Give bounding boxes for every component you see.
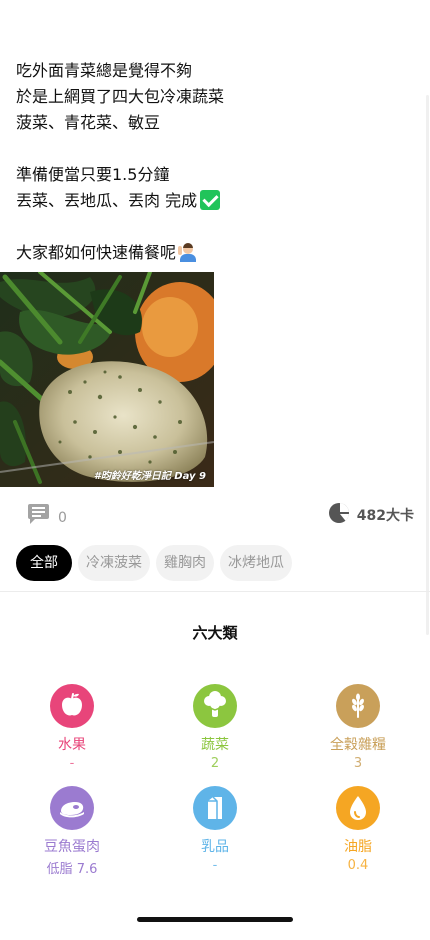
post-line-blank [16, 136, 416, 162]
grain-icon [336, 684, 380, 728]
post-detail-page: 吃外面青菜總是覺得不夠 於是上網買了四大包冷凍蔬菜 菠菜、青花菜、敏豆 準備便當… [0, 0, 430, 940]
food-group-label: 全穀雜糧 [330, 737, 386, 753]
post-line-with-emoji: 大家都如何快速備餐呢 [16, 240, 416, 266]
post-line: 菠菜、青花菜、敏豆 [16, 113, 161, 132]
post-line: 吃外面青菜總是覺得不夠 [16, 61, 193, 80]
calorie-summary[interactable]: 482大卡 [328, 501, 414, 525]
comment-icon [28, 503, 49, 524]
meal-photo-image [0, 272, 214, 487]
food-group-vegetable[interactable]: 蔬菜 2 [155, 684, 275, 774]
food-group-label: 油脂 [344, 839, 372, 855]
comment-count: 0 [58, 510, 67, 526]
post-body: 吃外面青菜總是覺得不夠 於是上網買了四大包冷凍蔬菜 菠菜、青花菜、敏豆 準備便當… [16, 58, 416, 266]
food-group-value: 0.4 [347, 858, 369, 873]
post-line-text: 大家都如何快速備餐呢 [16, 243, 177, 262]
nutrition-section-title: 六大類 [192, 624, 238, 642]
milk-icon [193, 786, 237, 830]
tag-all[interactable]: 全部 [16, 545, 72, 581]
meal-photo[interactable]: #昀鈴好乾淨日記 Day 9 [0, 272, 214, 487]
tag-sweet-potato[interactable]: 冰烤地瓜 [220, 545, 292, 581]
oil-drop-icon [336, 786, 380, 830]
food-group-fruit[interactable]: 水果 - [12, 684, 132, 774]
post-line: 於是上網買了四大包冷凍蔬菜 [16, 87, 225, 106]
scrollbar[interactable] [426, 95, 429, 635]
post-stats: 0 482大卡 [0, 498, 430, 528]
food-group-value: - [69, 756, 75, 771]
food-group-label: 蔬菜 [201, 737, 229, 753]
tag-frozen-spinach[interactable]: 冷凍菠菜 [78, 545, 150, 581]
apple-icon [50, 684, 94, 728]
post-line-with-emoji: 丟菜、丟地瓜、丟肉 完成 [16, 188, 416, 214]
food-group-grains[interactable]: 全穀雜糧 3 [298, 684, 418, 774]
post-line-blank [16, 214, 416, 240]
section-divider [0, 591, 430, 592]
check-mark-icon [200, 190, 221, 210]
calorie-value: 482大卡 [356, 508, 414, 524]
comment-button[interactable]: 0 [28, 500, 67, 526]
broccoli-icon [193, 684, 237, 728]
photo-caption: #昀鈴好乾淨日記 Day 9 [93, 471, 206, 482]
food-group-value: - [212, 858, 218, 873]
food-group-dairy[interactable]: 乳品 - [155, 786, 275, 876]
food-group-value: 3 [353, 756, 363, 771]
home-indicator[interactable] [137, 917, 293, 922]
tag-chicken-breast[interactable]: 雞胸肉 [156, 545, 214, 581]
food-group-label: 乳品 [201, 839, 229, 855]
food-group-label: 水果 [58, 737, 86, 753]
food-group-oil[interactable]: 油脂 0.4 [298, 786, 418, 876]
post-line: 準備便當只要1.5分鐘 [16, 165, 170, 184]
person-raising-hand-icon [178, 242, 198, 262]
tag-list: 全部 冷凍菠菜 雞胸肉 冰烤地瓜 [16, 545, 292, 581]
food-group-label: 豆魚蛋肉 [44, 839, 100, 855]
food-group-value: 2 [210, 756, 220, 771]
meat-icon [50, 786, 94, 830]
pie-chart-icon [328, 503, 349, 523]
food-group-protein[interactable]: 豆魚蛋肉 低脂 7.6 [12, 786, 132, 880]
food-group-value: 低脂 7.6 [46, 862, 98, 877]
post-line-text: 丟菜、丟地瓜、丟肉 完成 [16, 191, 198, 210]
